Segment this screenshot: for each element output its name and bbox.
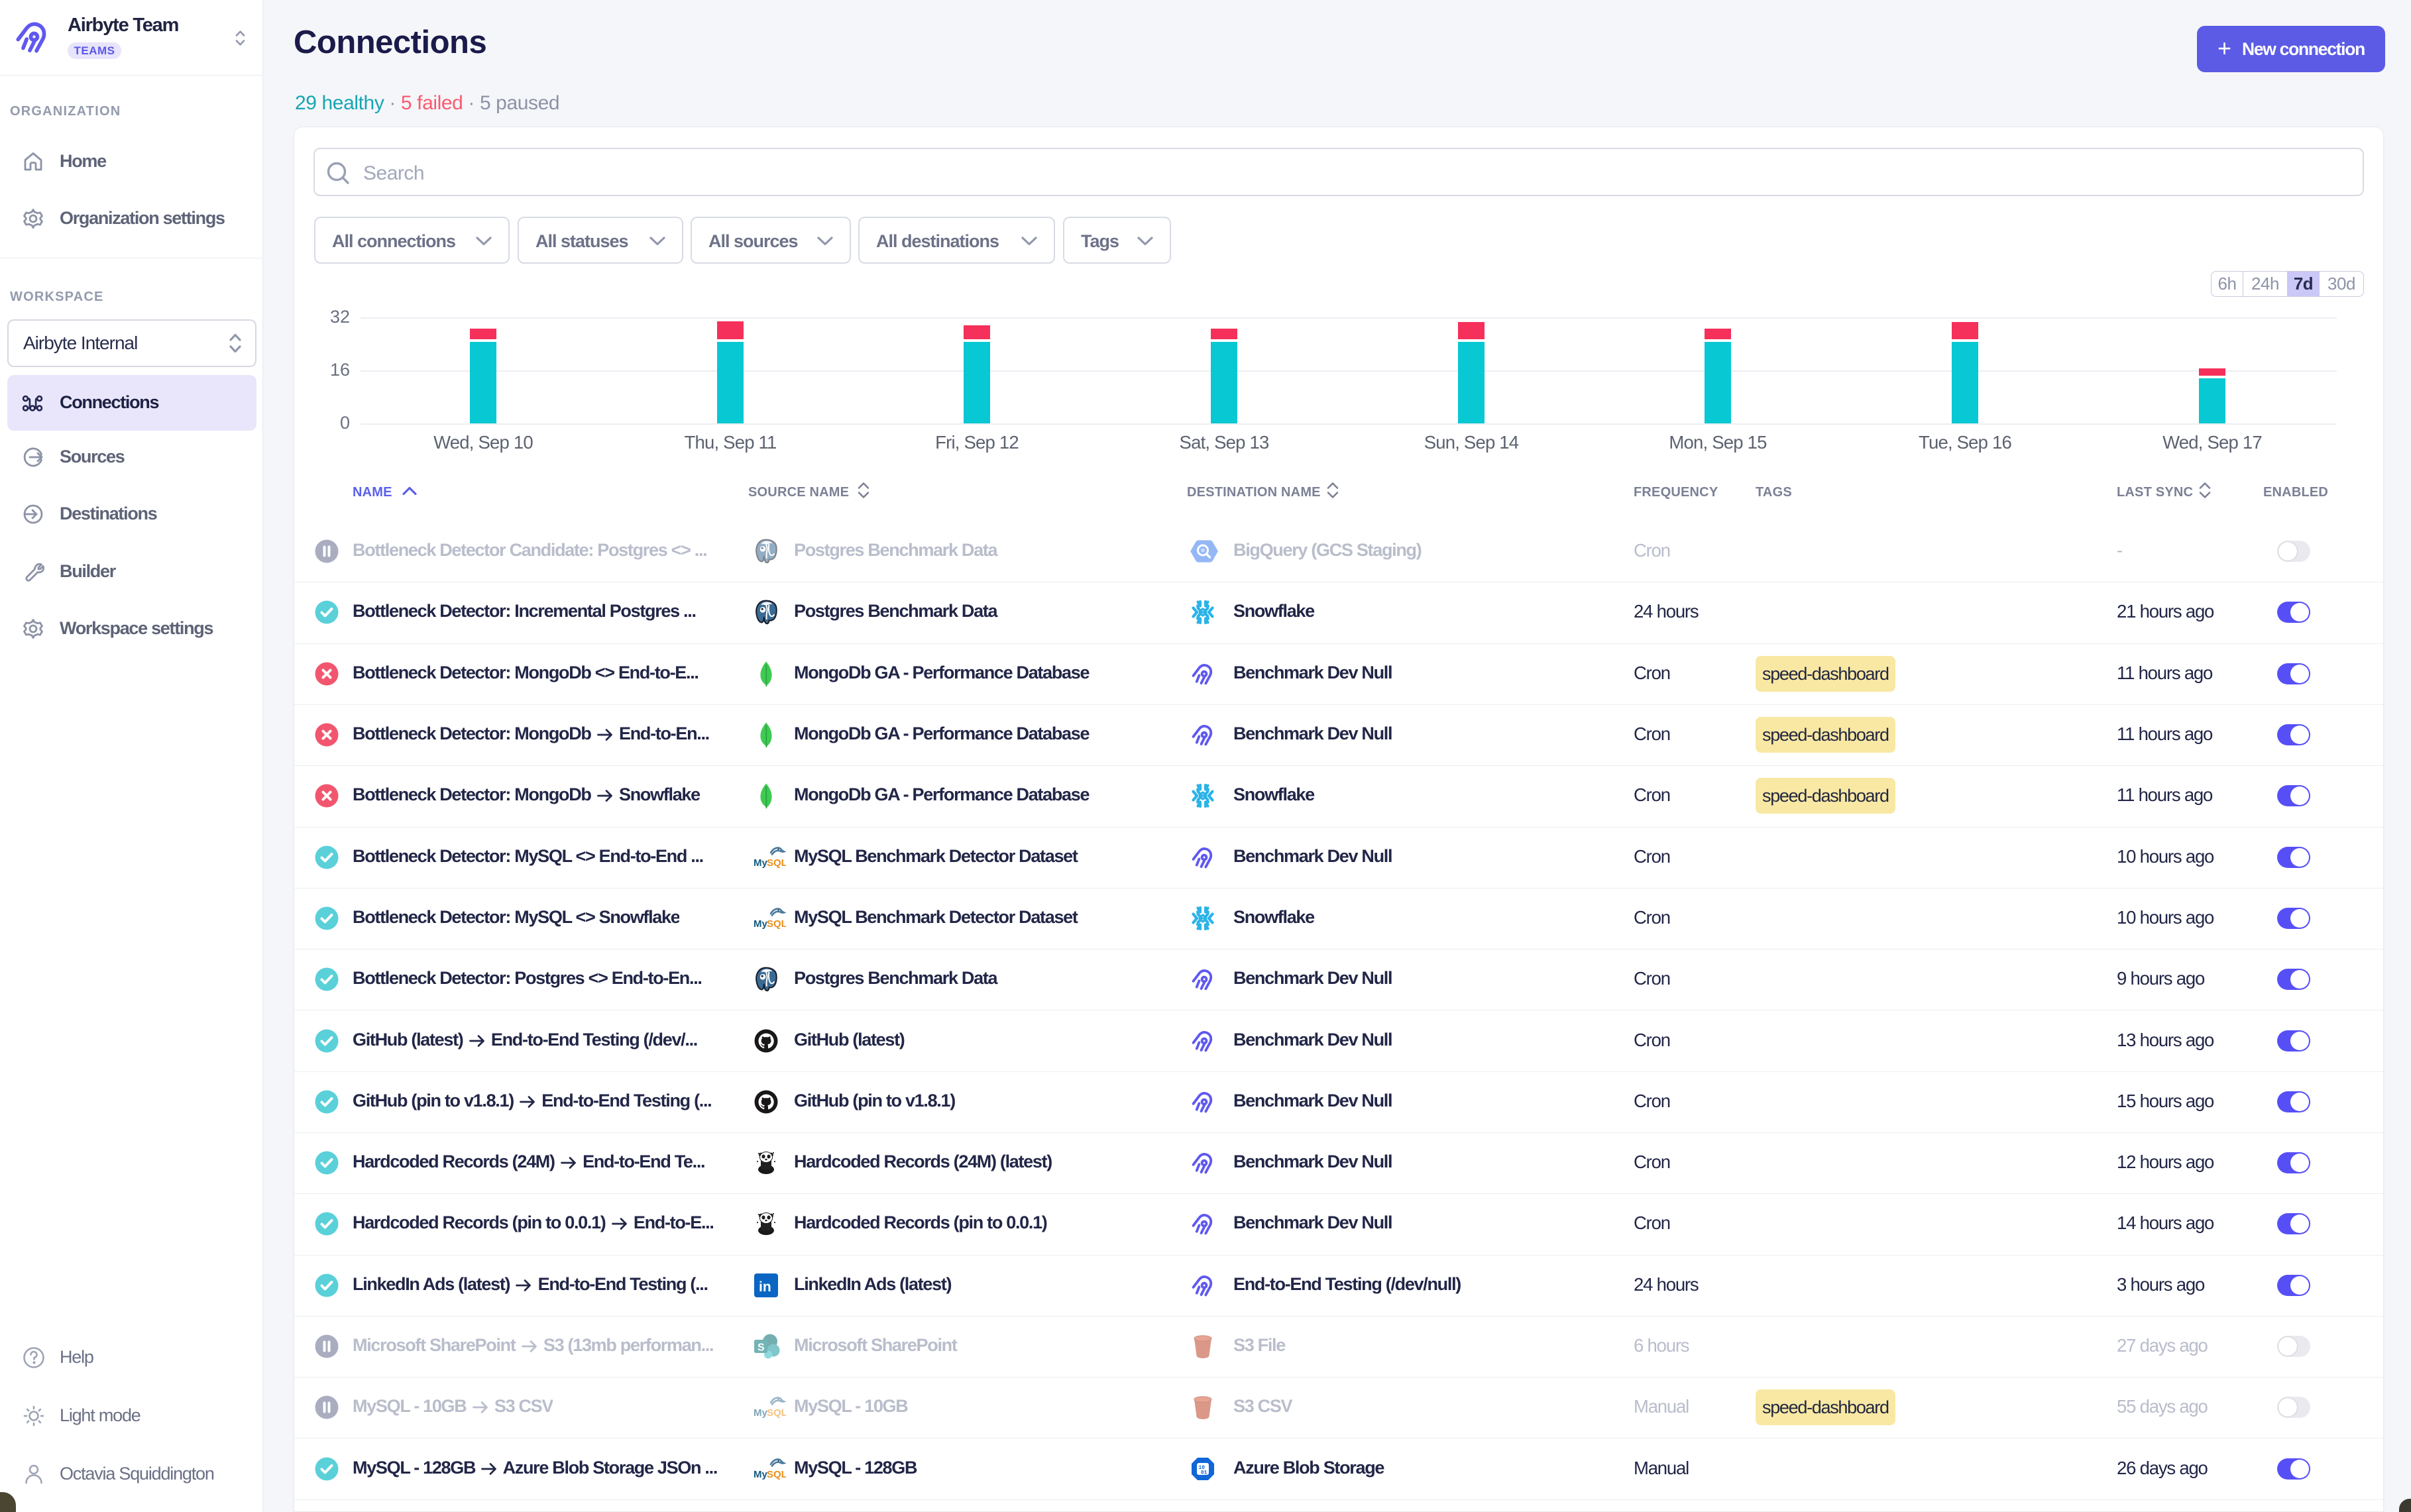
svg-text:SQL: SQL [767, 918, 786, 930]
svg-text:01: 01 [1201, 1470, 1207, 1476]
svg-text:My: My [754, 1407, 767, 1419]
svg-text:SQL: SQL [767, 1407, 786, 1419]
svg-text:S: S [757, 1342, 765, 1354]
svg-text:My: My [754, 1469, 767, 1480]
svg-text:My: My [754, 857, 767, 869]
svg-text:My: My [754, 918, 767, 930]
svg-text:SQL: SQL [767, 1469, 786, 1480]
svg-text:SQL: SQL [767, 857, 786, 869]
svg-text:in: in [759, 1279, 771, 1295]
